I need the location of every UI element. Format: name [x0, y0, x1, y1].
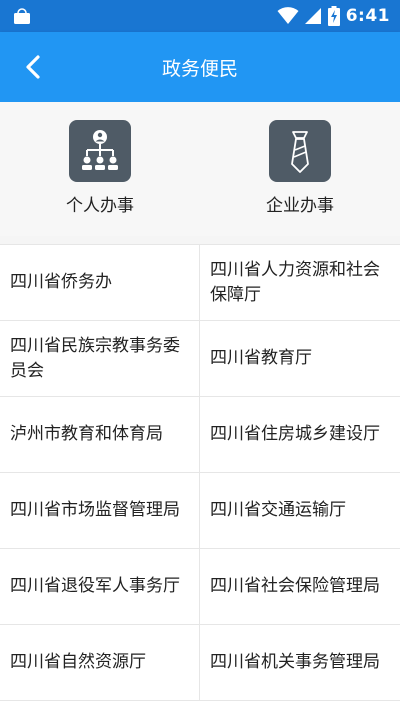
store-icon: [14, 8, 30, 24]
department-item[interactable]: 四川省社会保险管理局: [200, 549, 400, 625]
department-item[interactable]: 四川省自然资源厅: [0, 625, 200, 701]
department-item[interactable]: 四川省市场监督管理局: [0, 473, 200, 549]
personal-affairs-button[interactable]: 个人办事: [40, 120, 160, 220]
department-item[interactable]: 四川省交通运输厅: [200, 473, 400, 549]
page-title: 政务便民: [161, 58, 238, 80]
department-item[interactable]: 四川省民族宗教事务委员会: [0, 321, 200, 397]
department-item[interactable]: 四川省人力资源和社会保障厅: [200, 245, 400, 321]
category-panel: 个人办事 企业办事: [0, 102, 400, 236]
clock: 6:41: [345, 6, 390, 26]
department-item[interactable]: 四川省教育厅: [200, 321, 400, 397]
department-item[interactable]: 泸州市教育和体育局: [0, 397, 200, 473]
signal-icon: [304, 8, 321, 24]
department-item[interactable]: 四川省退役军人事务厅: [0, 549, 200, 625]
tie-icon: [269, 120, 331, 182]
enterprise-affairs-button[interactable]: 企业办事: [240, 120, 360, 220]
status-bar: 6:41: [0, 0, 400, 32]
wifi-icon: [277, 7, 299, 24]
personal-affairs-label: 个人办事: [66, 196, 134, 216]
enterprise-affairs-label: 企业办事: [266, 196, 334, 216]
department-item[interactable]: 四川省机关事务管理局: [200, 625, 400, 701]
battery-charging-icon: [327, 6, 340, 26]
department-item[interactable]: 四川省侨务办: [0, 245, 200, 321]
org-chart-icon: [69, 120, 131, 182]
department-grid: 四川省侨务办 四川省人力资源和社会保障厅 四川省民族宗教事务委员会 四川省教育厅…: [0, 244, 400, 711]
department-item[interactable]: 四川省住房城乡建设厅: [200, 397, 400, 473]
app-bar: 政务便民: [0, 32, 400, 102]
